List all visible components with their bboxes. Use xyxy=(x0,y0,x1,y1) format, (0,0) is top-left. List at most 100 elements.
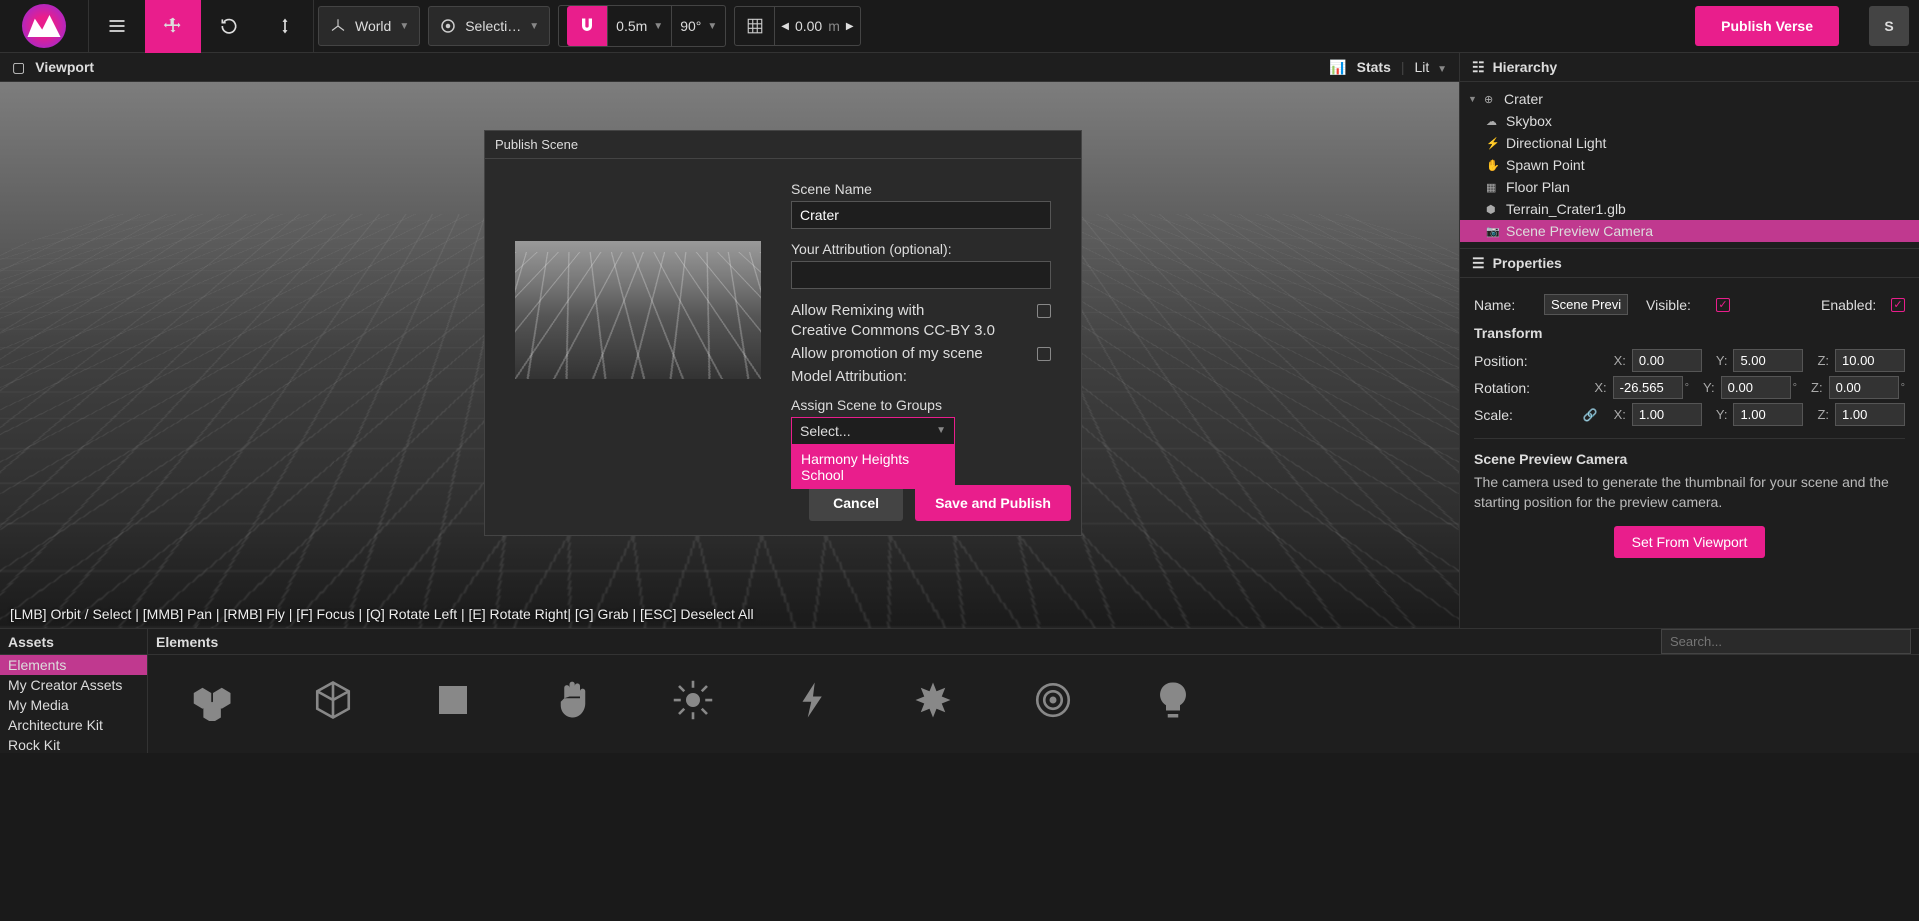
tree-caret-icon[interactable]: ▼ xyxy=(1468,94,1478,104)
snap-toggle-button[interactable] xyxy=(567,6,607,46)
allow-remix-checkbox[interactable] xyxy=(1037,304,1051,318)
group-option[interactable]: Harmony Heights School xyxy=(791,445,955,489)
tree-item-floorplan[interactable]: ▦Floor Plan xyxy=(1460,176,1919,198)
app-logo[interactable] xyxy=(22,4,66,48)
allow-promo-label: Allow promotion of my scene xyxy=(791,344,1027,364)
degree-icon: ° xyxy=(1793,382,1797,394)
elements-search-input[interactable] xyxy=(1661,629,1911,654)
attribution-input[interactable] xyxy=(791,261,1051,289)
render-mode-label: Lit xyxy=(1415,59,1430,75)
groups-select[interactable]: Select... ▼ xyxy=(791,417,955,445)
tree-label: Skybox xyxy=(1506,113,1552,129)
grid-toggle-button[interactable] xyxy=(735,7,775,45)
scene-preview-thumbnail xyxy=(515,241,761,379)
caret-down-icon: ▼ xyxy=(1437,64,1447,75)
hierarchy-icon: ☷ xyxy=(1472,59,1485,76)
hierarchy-tree: ▼ ⊕ Crater ☁Skybox ⚡Directional Light ✋ S… xyxy=(1460,82,1919,248)
hand-icon: ✋ xyxy=(1486,159,1500,172)
position-y-input[interactable] xyxy=(1733,349,1803,372)
snap-rotate-value: 90° xyxy=(680,18,701,34)
rotation-z-input[interactable] xyxy=(1829,376,1899,399)
name-label: Name: xyxy=(1474,297,1536,313)
element-hand-icon[interactable] xyxy=(548,675,598,725)
save-publish-button[interactable]: Save and Publish xyxy=(915,485,1071,521)
tree-item-spawn[interactable]: ✋ Spawn Point xyxy=(1460,154,1919,176)
assets-item-media[interactable]: My Media xyxy=(0,695,147,715)
keyboard-hints: [LMB] Orbit / Select | [MMB] Pan | [RMB]… xyxy=(10,606,754,622)
allow-promo-checkbox[interactable] xyxy=(1037,347,1051,361)
scale-x-input[interactable] xyxy=(1632,403,1702,426)
user-avatar-button[interactable]: S xyxy=(1869,6,1909,46)
caret-down-icon: ▼ xyxy=(529,21,539,32)
scene-name-label: Scene Name xyxy=(791,181,1051,197)
mesh-icon: ⬢ xyxy=(1486,203,1500,216)
element-plane-icon[interactable] xyxy=(428,675,478,725)
cancel-button[interactable]: Cancel xyxy=(809,485,903,521)
tree-root[interactable]: ▼ ⊕ Crater xyxy=(1460,88,1919,110)
tree-label: Spawn Point xyxy=(1506,157,1585,173)
caret-down-icon: ▼ xyxy=(936,425,946,436)
grid-decrement-button[interactable]: ◀ xyxy=(781,21,789,32)
axis-z: Z: xyxy=(1817,407,1829,422)
snap-rotate-select[interactable]: 90°▼ xyxy=(671,6,725,46)
globe-icon: ⊕ xyxy=(1484,93,1498,106)
tree-label: Scene Preview Camera xyxy=(1506,223,1653,239)
assets-item-creator[interactable]: My Creator Assets xyxy=(0,675,147,695)
coord-space-select[interactable]: World ▼ xyxy=(318,6,420,46)
position-z-input[interactable] xyxy=(1835,349,1905,372)
tree-item-light[interactable]: ⚡Directional Light xyxy=(1460,132,1919,154)
name-input[interactable] xyxy=(1544,294,1628,315)
set-from-viewport-button[interactable]: Set From Viewport xyxy=(1614,526,1766,558)
assets-tab[interactable]: Assets xyxy=(0,629,147,655)
pivot-select[interactable]: Selecti… ▼ xyxy=(428,6,550,46)
snap-move-select[interactable]: 0.5m▼ xyxy=(607,6,671,46)
menu-button[interactable] xyxy=(89,0,145,53)
grid-increment-button[interactable]: ▶ xyxy=(846,21,854,32)
assets-item-architecture[interactable]: Architecture Kit xyxy=(0,715,147,735)
element-bolt-icon[interactable] xyxy=(788,675,838,725)
element-cube-icon[interactable] xyxy=(308,675,358,725)
scale-y-input[interactable] xyxy=(1733,403,1803,426)
scene-name-input[interactable] xyxy=(791,201,1051,229)
visible-checkbox[interactable] xyxy=(1716,298,1730,312)
element-bulb-icon[interactable] xyxy=(1148,675,1198,725)
publish-verse-button[interactable]: Publish Verse xyxy=(1695,6,1839,46)
panel-icon: ▢ xyxy=(12,59,25,76)
enabled-label: Enabled: xyxy=(1821,297,1883,313)
stats-toggle[interactable]: Stats xyxy=(1357,59,1391,75)
link-icon[interactable]: 🔗 xyxy=(1583,408,1598,422)
element-burst-icon[interactable] xyxy=(908,675,958,725)
degree-icon: ° xyxy=(1685,382,1689,394)
enabled-checkbox[interactable] xyxy=(1891,298,1905,312)
groups-select-value: Select... xyxy=(800,423,851,439)
axis-z: Z: xyxy=(1817,353,1829,368)
element-cubes-icon[interactable] xyxy=(188,675,238,725)
grid-icon: ▦ xyxy=(1486,181,1500,194)
move-tool-button[interactable] xyxy=(145,0,201,53)
assets-item-elements[interactable]: Elements xyxy=(0,655,147,675)
render-mode-select[interactable]: Lit ▼ xyxy=(1415,59,1447,75)
assets-item-rock[interactable]: Rock Kit xyxy=(0,735,147,755)
tree-item-camera[interactable]: 📷Scene Preview Camera xyxy=(1460,220,1919,242)
tree-item-skybox[interactable]: ☁Skybox xyxy=(1460,110,1919,132)
scale-tool-button[interactable] xyxy=(257,0,313,53)
element-target-icon[interactable] xyxy=(1028,675,1078,725)
rotation-x-input[interactable] xyxy=(1613,376,1683,399)
properties-title: Properties xyxy=(1493,255,1562,271)
rotate-tool-button[interactable] xyxy=(201,0,257,53)
snap-move-value: 0.5m xyxy=(616,18,647,34)
bolt-icon: ⚡ xyxy=(1486,137,1500,150)
position-x-input[interactable] xyxy=(1632,349,1702,372)
rotation-y-input[interactable] xyxy=(1721,376,1791,399)
axis-y: Y: xyxy=(1703,380,1715,395)
elements-title: Elements xyxy=(156,634,218,650)
publish-scene-modal: Publish Scene Scene Name Your Attributio… xyxy=(484,130,1082,536)
stats-icon: 📊 xyxy=(1329,59,1346,76)
viewport-title: Viewport xyxy=(35,59,94,75)
tree-item-terrain[interactable]: ⬢Terrain_Crater1.glb xyxy=(1460,198,1919,220)
coord-space-label: World xyxy=(355,18,391,34)
element-sun-icon[interactable] xyxy=(668,675,718,725)
axis-x: X: xyxy=(1614,353,1626,368)
transform-title: Transform xyxy=(1474,325,1905,341)
scale-z-input[interactable] xyxy=(1835,403,1905,426)
